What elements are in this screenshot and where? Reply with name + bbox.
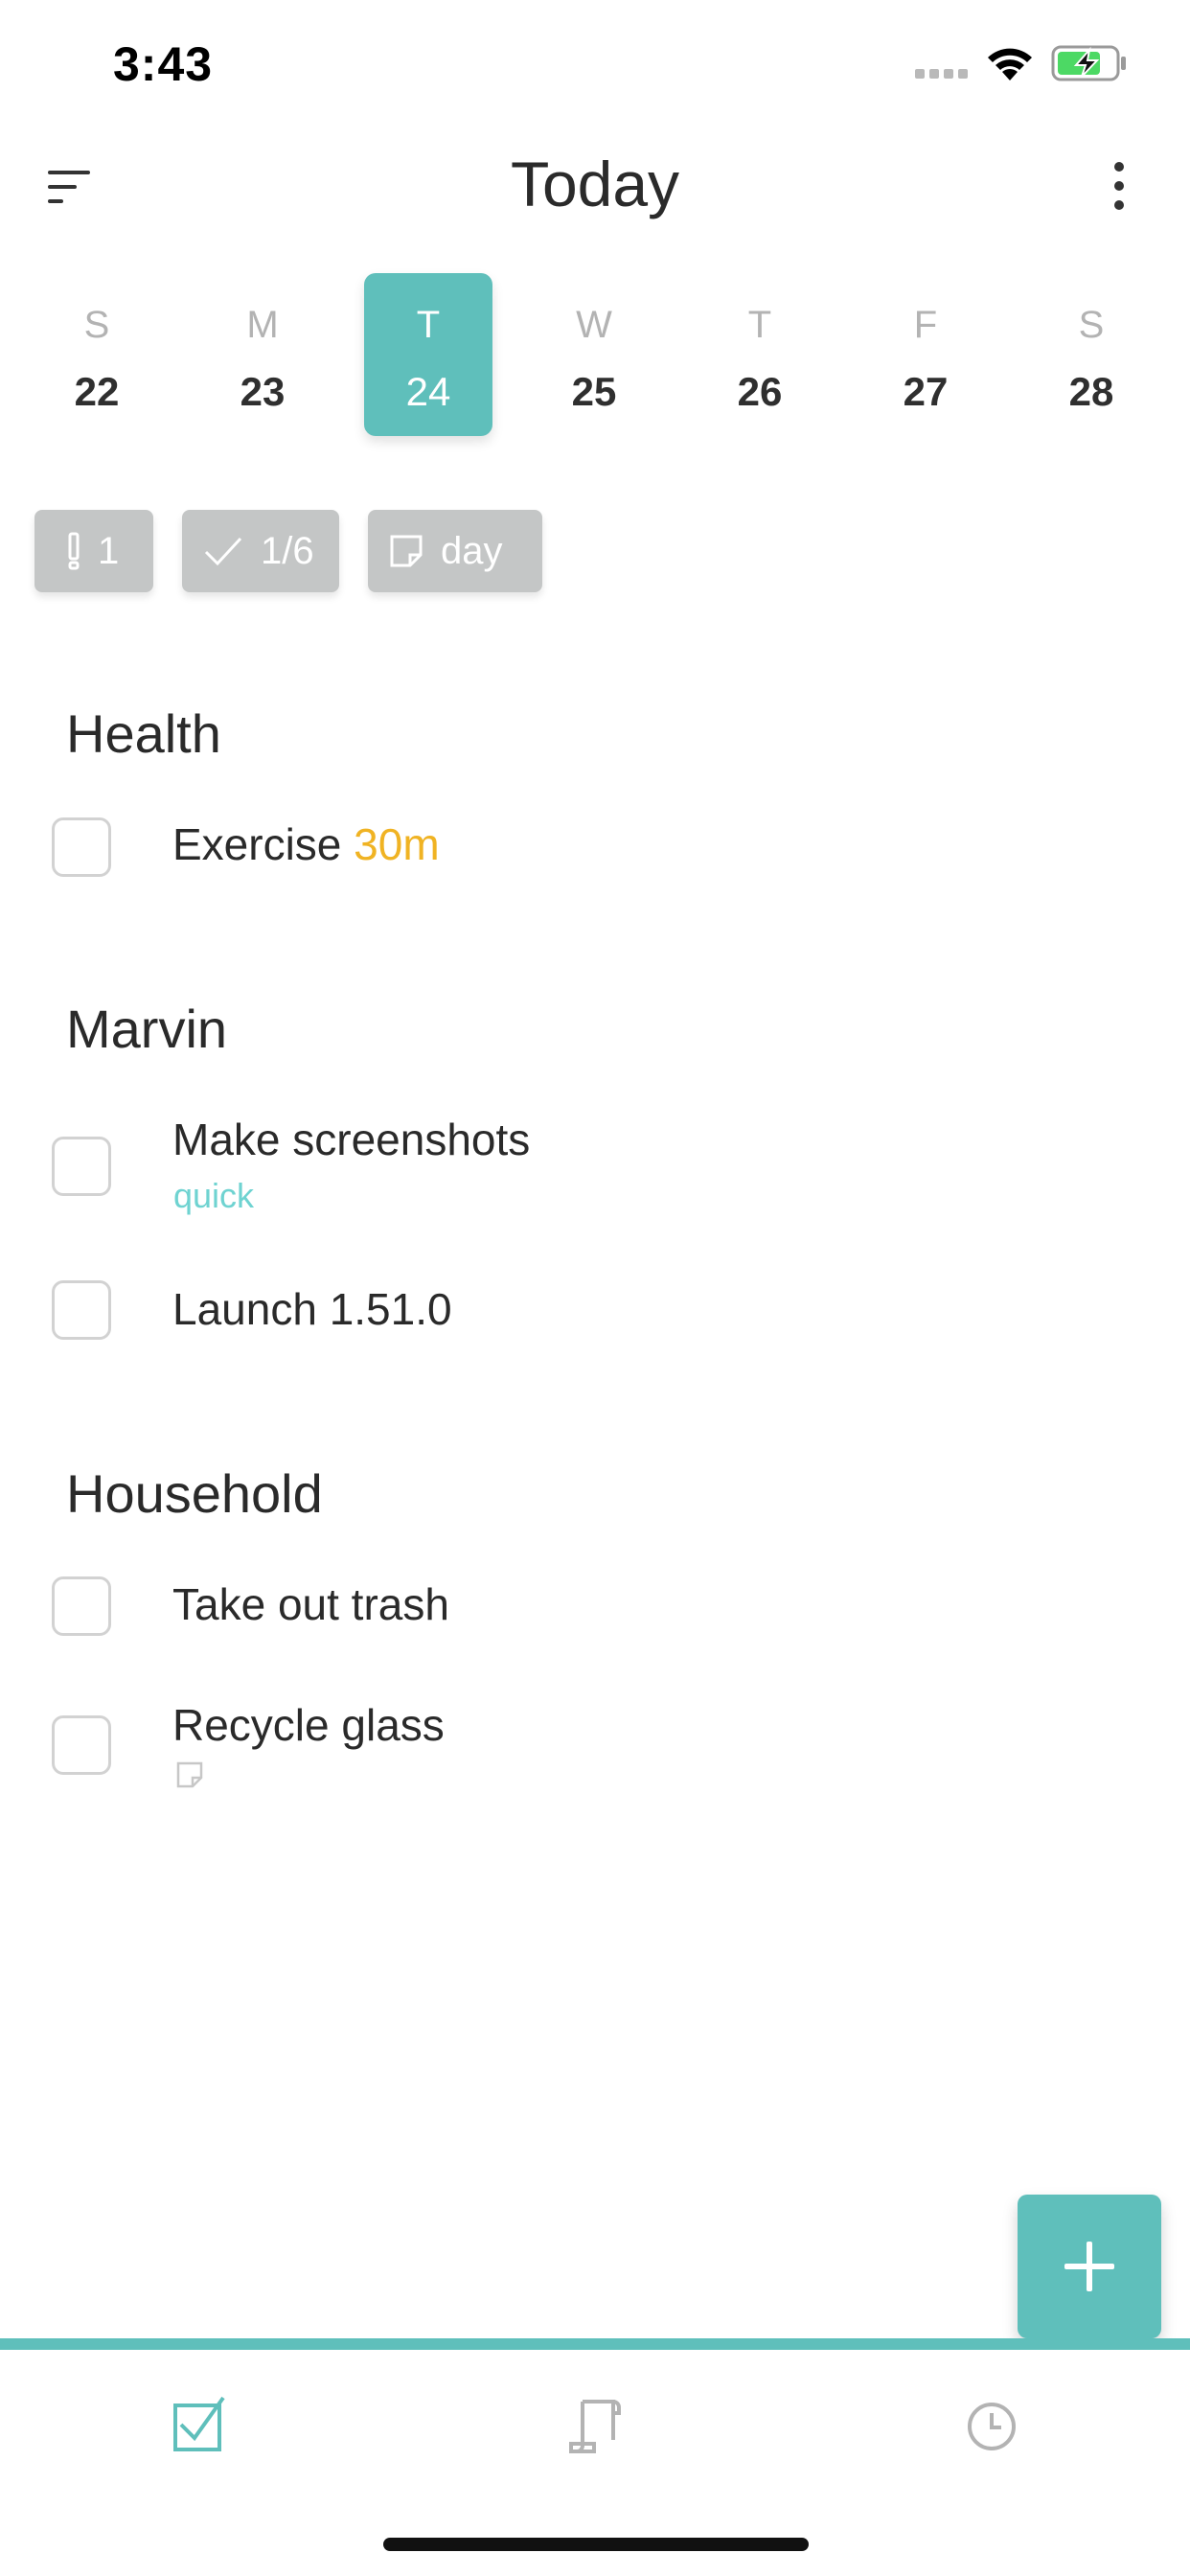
task-row[interactable]: Make screenshots quick xyxy=(0,1102,1190,1236)
add-task-button[interactable] xyxy=(1018,2195,1161,2338)
tab-history[interactable] xyxy=(953,2388,1030,2465)
task-title: Take out trash xyxy=(172,1579,449,1629)
priority-chip[interactable]: 1 xyxy=(34,510,153,592)
day-note-chip[interactable]: day xyxy=(368,510,542,592)
task-title: Make screenshots xyxy=(172,1115,531,1164)
tab-journal[interactable] xyxy=(556,2388,632,2465)
day-of-week: S xyxy=(1078,304,1105,346)
scroll-icon xyxy=(569,2400,621,2453)
task-title-text: Exercise xyxy=(172,819,342,869)
header: Today xyxy=(0,134,1190,240)
day-of-week: T xyxy=(416,304,441,346)
wifi-icon xyxy=(988,48,1032,80)
day-saturday[interactable]: S 28 xyxy=(1027,273,1156,436)
note-icon xyxy=(176,1761,203,1788)
section-title-marvin: Marvin xyxy=(66,999,228,1059)
priority-count: 1 xyxy=(98,529,120,572)
completed-chip[interactable]: 1/6 xyxy=(182,510,339,592)
task-row[interactable]: Take out trash xyxy=(0,1558,1190,1654)
section-title-health: Health xyxy=(66,703,221,764)
task-row[interactable]: Launch 1.51.0 xyxy=(0,1263,1190,1359)
task-checkbox[interactable] xyxy=(52,1137,111,1196)
day-wednesday[interactable]: W 25 xyxy=(530,273,658,436)
day-tuesday-selected[interactable]: T 24 xyxy=(364,273,492,436)
task-title: Exercise 30m xyxy=(172,818,440,870)
day-of-week: M xyxy=(246,304,279,346)
day-sunday[interactable]: S 22 xyxy=(33,273,161,436)
day-number: 22 xyxy=(74,369,120,414)
day-thursday[interactable]: T 26 xyxy=(696,273,824,436)
task-label-quick[interactable]: quick xyxy=(173,1176,254,1216)
section-title-household: Household xyxy=(66,1463,323,1524)
task-checkbox[interactable] xyxy=(52,817,111,877)
day-of-week: W xyxy=(576,304,612,346)
day-number: 27 xyxy=(903,369,949,414)
day-monday[interactable]: M 23 xyxy=(198,273,327,436)
home-indicator xyxy=(383,2538,809,2551)
exclamation-icon xyxy=(68,532,80,570)
task-checkbox[interactable] xyxy=(52,1576,111,1636)
cellular-signal-icon xyxy=(915,69,973,82)
app-root: 3:43 Today S 22 M 23 T 24 W 25 T 26 F 27… xyxy=(0,0,1190,2576)
time-estimate: 30m xyxy=(354,819,440,869)
day-of-week: F xyxy=(913,304,938,346)
tab-tasks[interactable] xyxy=(160,2388,237,2465)
week-strip: S 22 M 23 T 24 W 25 T 26 F 27 S 28 xyxy=(0,273,1190,436)
task-row[interactable]: Recycle glass xyxy=(0,1687,1190,1802)
status-time: 3:43 xyxy=(113,37,214,91)
completed-count: 1/6 xyxy=(261,529,314,572)
day-number: 23 xyxy=(240,369,286,414)
status-bar: 3:43 xyxy=(0,0,1190,134)
task-checkbox[interactable] xyxy=(52,1280,111,1340)
more-vertical-icon[interactable] xyxy=(1100,157,1138,215)
checkbox-icon xyxy=(173,2396,225,2451)
task-row[interactable]: Exercise 30m xyxy=(0,799,1190,895)
day-of-week: S xyxy=(83,304,110,346)
task-title: Recycle glass xyxy=(172,1700,445,1750)
day-of-week: T xyxy=(747,304,772,346)
clock-icon xyxy=(968,2403,1016,2450)
day-note-label: day xyxy=(441,529,503,572)
tab-bar-divider xyxy=(0,2338,1190,2350)
day-number: 26 xyxy=(737,369,783,414)
day-friday[interactable]: F 27 xyxy=(861,273,990,436)
task-title: Launch 1.51.0 xyxy=(172,1284,452,1334)
day-number: 24 xyxy=(405,369,451,414)
task-checkbox[interactable] xyxy=(52,1715,111,1775)
check-icon xyxy=(204,537,242,566)
day-number: 25 xyxy=(571,369,617,414)
day-number: 28 xyxy=(1068,369,1114,414)
note-icon xyxy=(390,535,423,567)
plus-icon xyxy=(1064,2242,1114,2291)
page-title: Today xyxy=(510,149,680,219)
battery-charging-icon xyxy=(1051,45,1126,81)
